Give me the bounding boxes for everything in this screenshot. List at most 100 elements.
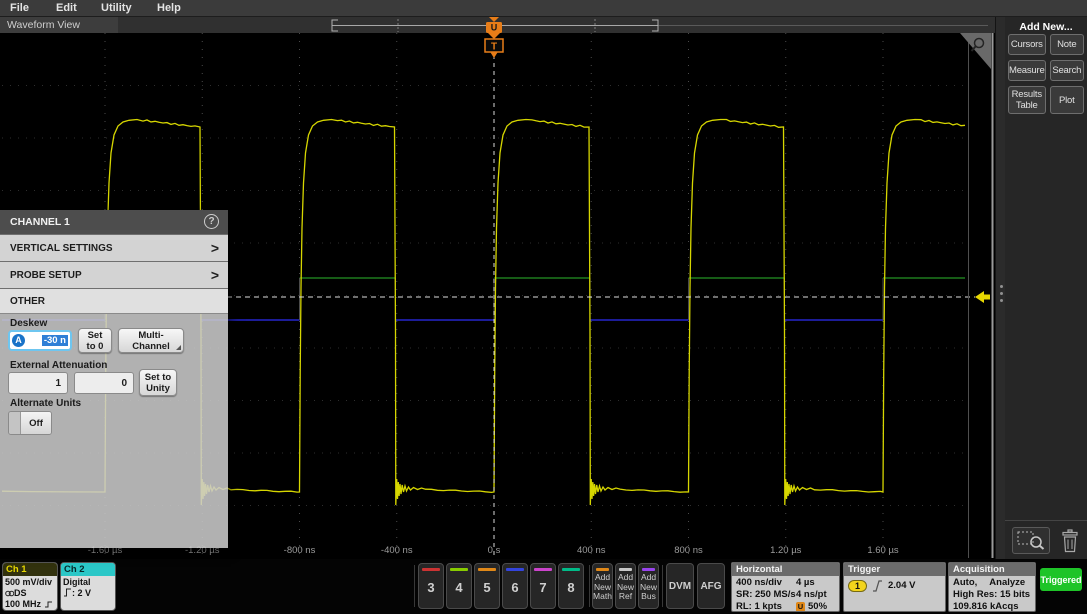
- channel-color-stripe: [422, 568, 440, 571]
- channel-dialog-title: CHANNEL 1: [10, 216, 70, 228]
- time-axis-label: -800 ns: [284, 545, 316, 556]
- ch2-threshold: : 2 V: [63, 588, 113, 599]
- channel-color-stripe: [478, 568, 496, 571]
- chevron-right-icon: >: [211, 262, 219, 289]
- splitter-dot: [1000, 292, 1003, 295]
- acq-analyze: Analyze: [989, 577, 1025, 589]
- divider: [414, 565, 415, 607]
- time-axis-label: -400 ns: [381, 545, 413, 556]
- divider: [589, 565, 590, 607]
- trash-button[interactable]: [1057, 527, 1083, 554]
- corner-zoom-handle[interactable]: [960, 33, 991, 69]
- vertical-settings-row[interactable]: VERTICAL SETTINGS >: [0, 234, 228, 261]
- trigger-level-value: 2.04 V: [888, 580, 915, 592]
- color-stripe: [642, 568, 655, 571]
- add-note-button[interactable]: Note: [1050, 34, 1084, 55]
- deskew-input[interactable]: A -30 n: [8, 330, 72, 351]
- other-section-body: Deskew A -30 n Set to 0 Multi- Channel E…: [0, 313, 228, 548]
- channel-button-3[interactable]: 3: [418, 563, 444, 609]
- time-axis-label: 1.60 µs: [867, 545, 899, 556]
- horizontal-panel[interactable]: Horizontal 400 ns/div4 µs SR: 250 MS/s4 …: [731, 562, 840, 612]
- probe-icon: [5, 590, 14, 597]
- attenuation-db-input[interactable]: 0: [74, 372, 134, 394]
- bottom-bar: Ch 1 500 mV/div DS 100 MHz Ch 2: [0, 559, 1087, 614]
- channel-button-4[interactable]: 4: [446, 563, 472, 609]
- channel-1-badge[interactable]: Ch 1 500 mV/div DS 100 MHz: [2, 562, 58, 611]
- channel-1-badge-body: 500 mV/div DS 100 MHz: [3, 576, 57, 611]
- add-search-button[interactable]: Search: [1050, 60, 1084, 81]
- alternate-units-toggle[interactable]: Off: [8, 411, 52, 435]
- dvm-button[interactable]: DVM: [666, 563, 694, 609]
- splitter-dot: [1000, 299, 1003, 302]
- acq-mode: Auto,: [953, 577, 977, 589]
- menu-help[interactable]: Help: [157, 2, 181, 14]
- trigger-panel[interactable]: Trigger 1 2.04 V: [843, 562, 946, 612]
- horizontal-overview-strip[interactable]: U: [0, 17, 995, 33]
- zoom-area-button[interactable]: [1012, 527, 1050, 554]
- other-section-row[interactable]: OTHER: [0, 288, 228, 313]
- sidebar-divider: [1005, 520, 1087, 521]
- add-plot-button[interactable]: Plot: [1050, 86, 1084, 114]
- trigger-level-arrow[interactable]: [975, 291, 990, 303]
- acq-count: 109.816 kAcqs: [953, 601, 1031, 612]
- triggered-status[interactable]: Triggered: [1040, 568, 1082, 591]
- channel-color-stripe: [506, 568, 524, 571]
- multi-channel-button[interactable]: Multi- Channel: [118, 328, 184, 353]
- horizontal-window: 4 µs: [796, 577, 815, 589]
- add-new-title: Add New...: [1005, 21, 1087, 33]
- channel-dialog-header[interactable]: CHANNEL 1 ?: [0, 210, 228, 234]
- oscilloscope-app: File Edit Utility Help Waveform View U -…: [0, 0, 1087, 614]
- trigger-panel-body: 1 2.04 V: [844, 576, 945, 593]
- sample-interval: 4 ns/pt: [796, 589, 827, 601]
- external-attenuation-label: External Attenuation: [10, 360, 107, 371]
- add-results-table-button[interactable]: Results Table: [1008, 86, 1046, 114]
- trigger-position-marker[interactable]: T: [485, 33, 503, 58]
- channel-color-stripe: [450, 568, 468, 571]
- probe-setup-label: PROBE SETUP: [10, 270, 82, 281]
- probe-setup-row[interactable]: PROBE SETUP >: [0, 261, 228, 288]
- color-stripe: [596, 568, 609, 571]
- ch1-bandwidth: 100 MHz: [5, 599, 55, 610]
- time-axis-label: 1.20 µs: [770, 545, 802, 556]
- other-section-label: OTHER: [10, 296, 45, 307]
- channel-2-badge[interactable]: Ch 2 Digital : 2 V: [60, 562, 116, 611]
- overview-trigger-marker[interactable]: U: [486, 17, 502, 33]
- panel-splitter[interactable]: [995, 17, 1005, 559]
- menu-file[interactable]: File: [10, 2, 29, 14]
- channel-button-5[interactable]: 5: [474, 563, 500, 609]
- help-icon[interactable]: ?: [204, 214, 219, 229]
- acquisition-panel[interactable]: Acquisition Auto, Analyze High Res: 15 b…: [948, 562, 1036, 612]
- channel-color-stripe: [534, 568, 552, 571]
- channel-color-stripe: [562, 568, 580, 571]
- add-new-ref-button[interactable]: Add New Ref: [615, 563, 636, 609]
- waveform-view-titlebar: Waveform View U: [0, 17, 995, 33]
- set-to-unity-button[interactable]: Set to Unity: [139, 369, 177, 396]
- add-new-bus-button[interactable]: Add New Bus: [638, 563, 659, 609]
- trigger-panel-title: Trigger: [844, 563, 945, 576]
- add-cursors-button[interactable]: Cursors: [1008, 34, 1046, 55]
- add-measure-button[interactable]: Measure: [1008, 60, 1046, 81]
- channel-button-7[interactable]: 7: [530, 563, 556, 609]
- chevron-right-icon: >: [211, 235, 219, 262]
- channel-1-dialog: CHANNEL 1 ? VERTICAL SETTINGS > PROBE SE…: [0, 210, 228, 548]
- menu-edit[interactable]: Edit: [56, 2, 77, 14]
- trigger-source-badge: 1: [848, 580, 867, 592]
- channel-button-8[interactable]: 8: [558, 563, 584, 609]
- svg-text:U: U: [491, 23, 498, 33]
- acquisition-panel-title: Acquisition: [949, 563, 1035, 576]
- alternate-units-label: Alternate Units: [10, 398, 81, 409]
- afg-button[interactable]: AFG: [697, 563, 725, 609]
- time-axis-label: 800 ns: [674, 545, 703, 556]
- horizontal-scale: 400 ns/div: [736, 577, 796, 589]
- add-new-math-button[interactable]: Add New Math: [592, 563, 613, 609]
- menu-utility[interactable]: Utility: [101, 2, 132, 14]
- channel-button-6[interactable]: 6: [502, 563, 528, 609]
- set-to-0-button[interactable]: Set to 0: [78, 328, 112, 353]
- menu-bar: File Edit Utility Help: [0, 0, 1087, 17]
- attenuation-ratio-input[interactable]: 1: [8, 372, 68, 394]
- channel-1-badge-header: Ch 1: [3, 563, 57, 576]
- add-new-button-grid: Cursors Note Measure Search Results Tabl…: [1008, 34, 1084, 114]
- acq-resolution: High Res: 15 bits: [953, 589, 1031, 601]
- horizontal-panel-body: 400 ns/div4 µs SR: 250 MS/s4 ns/pt RL: 1…: [732, 576, 839, 612]
- record-length: RL: 1 kpts: [736, 601, 796, 612]
